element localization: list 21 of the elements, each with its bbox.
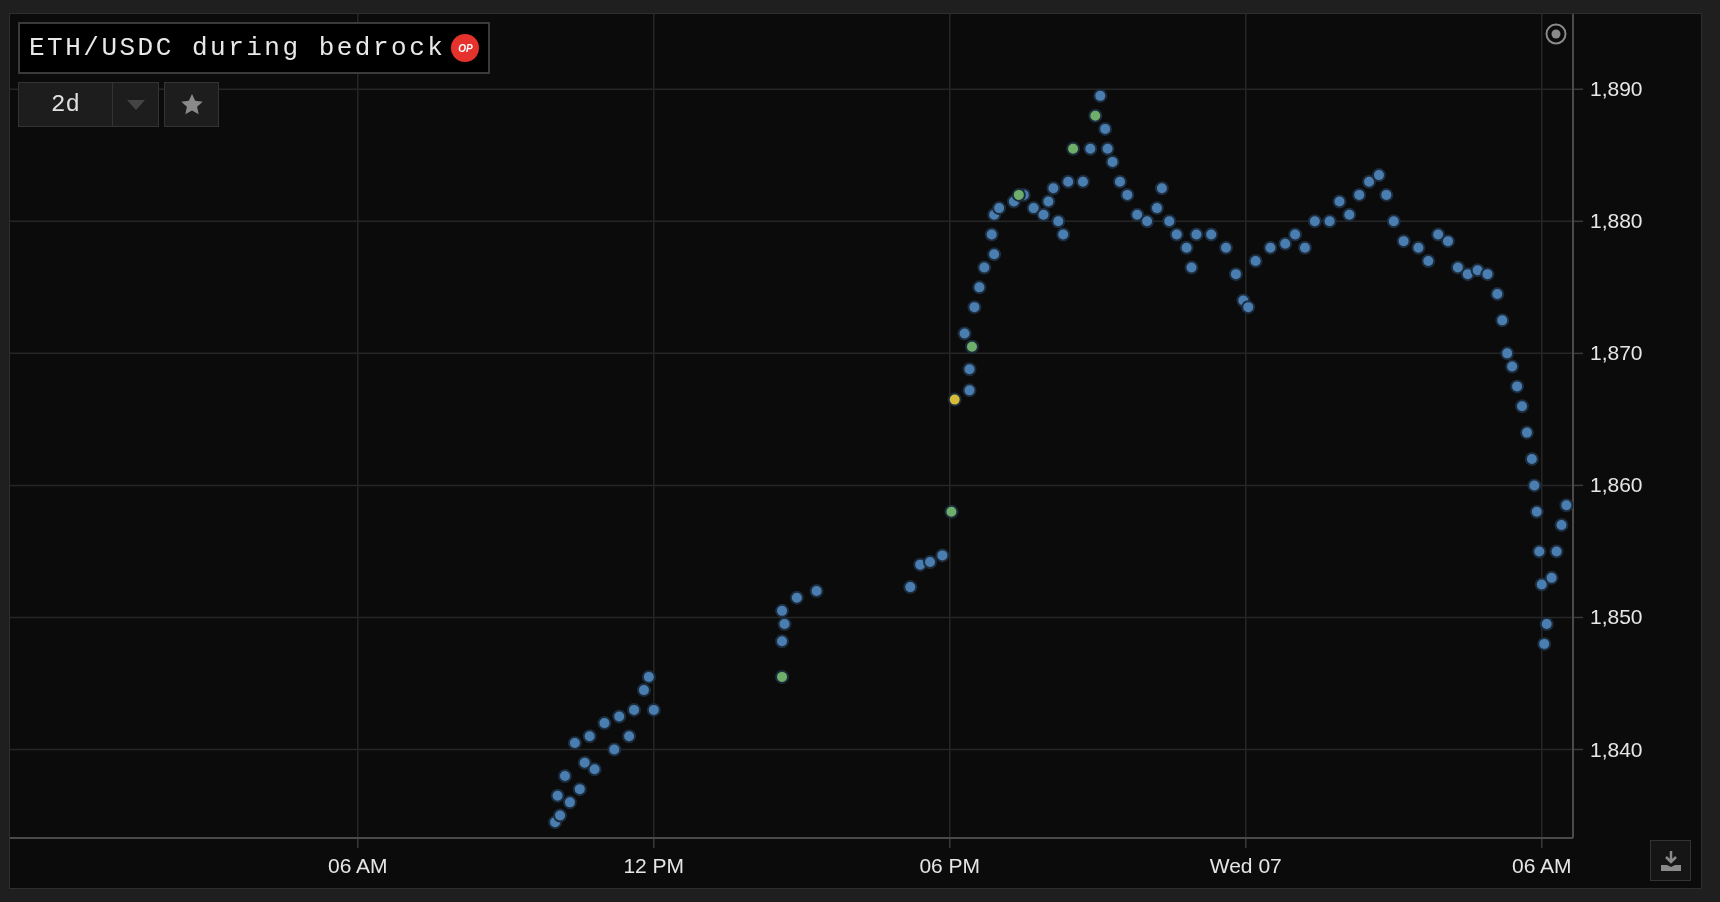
x-axis-label: 06 AM: [1512, 854, 1572, 877]
x-axis-label: 06 PM: [919, 854, 981, 877]
y-axis-label: 1,870: [1590, 341, 1643, 365]
y-axis-label: 1,850: [1590, 605, 1643, 629]
y-axis-label: 1,860: [1590, 473, 1643, 497]
caret-icon: [126, 99, 145, 110]
x-axis-label: 06 AM: [328, 854, 388, 877]
x-axis-label: 12 PM: [623, 854, 685, 877]
y-axis-label: 1,840: [1590, 737, 1643, 761]
crosshair-target-icon[interactable]: [1545, 23, 1567, 45]
range-value: 2d: [19, 83, 113, 126]
star-icon: [180, 94, 203, 115]
y-axis-label: 1,880: [1590, 209, 1643, 233]
y-axis-label: 1,890: [1590, 77, 1643, 101]
chart-title: ETH/USDC during bedrock: [29, 31, 446, 65]
x-axis-label: Wed 07: [1209, 854, 1282, 877]
favorite-button[interactable]: [164, 82, 219, 127]
download-icon: [1658, 849, 1683, 872]
op-badge: OP: [451, 34, 480, 62]
range-dropdown[interactable]: 2d: [18, 82, 159, 127]
download-button[interactable]: [1650, 840, 1691, 881]
